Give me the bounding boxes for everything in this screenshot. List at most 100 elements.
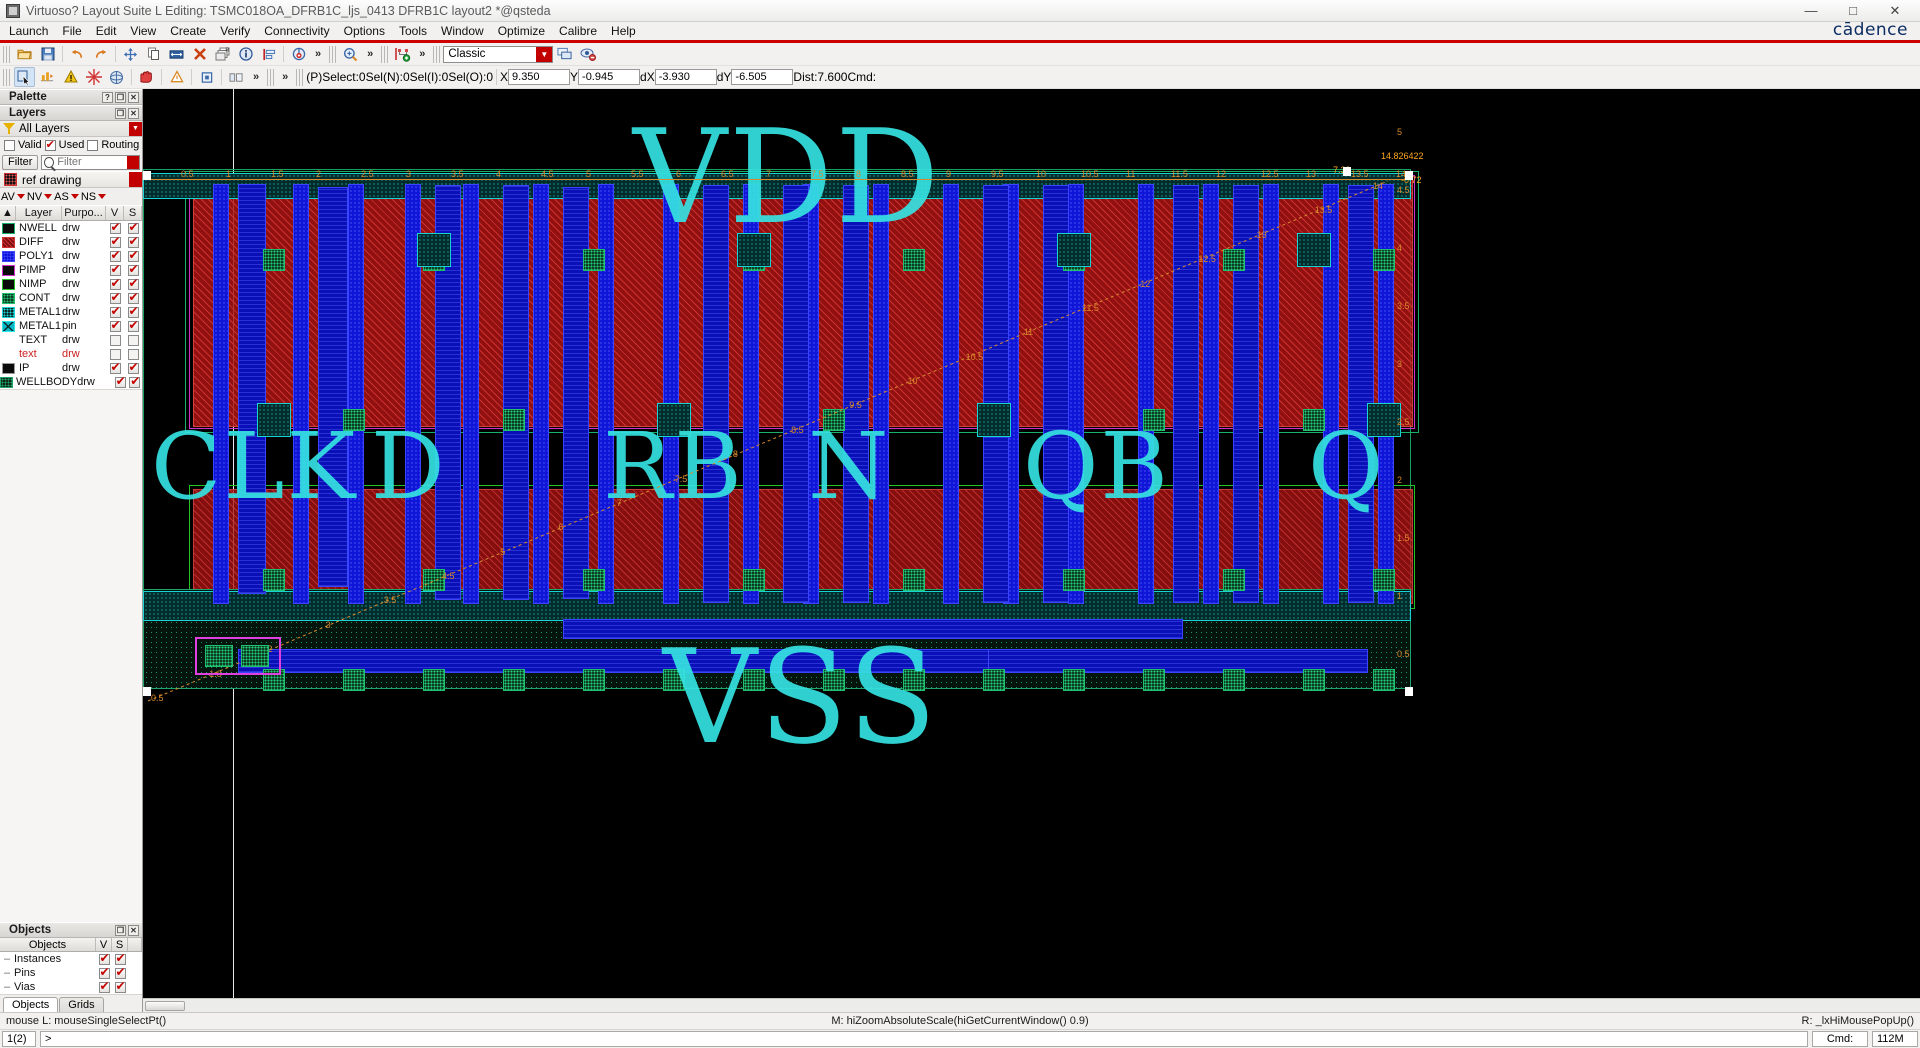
caution-icon[interactable] (166, 67, 187, 87)
selection-handle[interactable] (1405, 687, 1413, 696)
scrollbar-thumb[interactable] (145, 1001, 185, 1011)
menu-item-launch[interactable]: Launch (2, 23, 55, 39)
hierarchy-icon[interactable]: R (212, 44, 233, 64)
filter-button[interactable]: Filter (2, 154, 39, 170)
menu-item-create[interactable]: Create (163, 23, 213, 39)
rect-tool-icon[interactable] (196, 67, 217, 87)
layer-selectable-checkbox[interactable] (127, 262, 139, 276)
chevron-down-icon[interactable] (70, 194, 79, 199)
selection-handle[interactable] (143, 171, 151, 180)
tab-objects[interactable]: Objects (3, 997, 59, 1012)
layer-visible-checkbox[interactable] (109, 290, 121, 304)
chevron-down-icon[interactable] (16, 194, 25, 199)
toolbar-grip[interactable] (381, 45, 389, 63)
properties-icon[interactable] (235, 44, 256, 64)
layer-selectable-checkbox[interactable] (127, 304, 139, 318)
layer-selectable-checkbox[interactable] (127, 276, 139, 290)
layer-visible-checkbox[interactable] (114, 374, 126, 388)
layer-visible-checkbox[interactable] (109, 334, 121, 346)
undo-icon[interactable] (67, 44, 88, 64)
layer-visible-checkbox[interactable] (109, 348, 121, 360)
table-row[interactable]: NWELL drw (0, 221, 142, 235)
reference-layer-row[interactable]: ref drawing (0, 171, 142, 188)
delete-icon[interactable] (189, 44, 210, 64)
objects-float-button[interactable]: ❐ (115, 924, 126, 936)
redo-icon[interactable] (90, 44, 111, 64)
toolbar-grip[interactable] (3, 45, 10, 63)
menu-item-options[interactable]: Options (337, 23, 392, 39)
layer-selectable-checkbox[interactable] (129, 374, 140, 388)
table-row[interactable]: TEXT drw (0, 333, 142, 347)
sphere-icon[interactable] (106, 67, 127, 87)
open-icon[interactable] (14, 44, 35, 64)
table-row[interactable]: POLY1 drw (0, 248, 142, 263)
chevron-down-icon[interactable] (44, 194, 53, 199)
save-icon[interactable] (37, 44, 58, 64)
layer-mode-as[interactable]: AS (53, 191, 80, 203)
menu-item-optimize[interactable]: Optimize (491, 23, 552, 39)
select-instance-icon[interactable] (14, 67, 35, 87)
filter-dropdown-icon[interactable] (127, 155, 139, 169)
table-row[interactable]: DIFF drw (0, 234, 142, 249)
object-visible-checkbox[interactable] (98, 965, 110, 979)
layer-visible-checkbox[interactable] (109, 248, 121, 262)
palette-help-button[interactable]: ? (102, 91, 113, 103)
coordbar-grip2[interactable] (296, 68, 304, 86)
warning-icon[interactable] (60, 67, 81, 87)
selection-handle[interactable] (143, 687, 151, 696)
layer-mode-nv[interactable]: NV (26, 191, 53, 203)
object-visible-checkbox[interactable] (98, 979, 110, 993)
chevron-down-icon[interactable]: ▼ (536, 46, 553, 62)
toolbar-overflow-chevron-2[interactable]: » (362, 48, 378, 60)
layer-selectable-checkbox[interactable] (127, 318, 139, 332)
table-row[interactable]: METAL1 pin (0, 318, 142, 333)
toolbar-overflow-chevron-3[interactable]: » (414, 48, 430, 60)
layer-visible-checkbox[interactable] (109, 221, 121, 234)
layer-selectable-checkbox[interactable] (127, 334, 139, 346)
toolbar-overflow-chevron-4[interactable]: » (248, 71, 264, 83)
menu-item-window[interactable]: Window (434, 23, 491, 39)
move-layer-icon[interactable] (37, 67, 58, 87)
compare-icon[interactable] (226, 67, 247, 87)
toolbar-overflow-chevron-1[interactable]: » (310, 48, 326, 60)
layer-mode-ns[interactable]: NS (80, 191, 107, 203)
minimize-icon[interactable]: — (1790, 0, 1832, 21)
layers-close-button[interactable]: ✕ (128, 107, 139, 119)
palette-combo[interactable]: Classic ▼ (443, 45, 554, 63)
star-burst-icon[interactable] (83, 67, 104, 87)
window-layout-icon[interactable] (554, 44, 575, 64)
layer-visible-checkbox[interactable] (109, 234, 121, 248)
command-input[interactable]: > (40, 1031, 1808, 1047)
align-icon[interactable] (258, 44, 279, 64)
tab-grids[interactable]: Grids (59, 997, 104, 1012)
object-selectable-checkbox[interactable] (114, 979, 126, 993)
object-selectable-checkbox[interactable] (114, 951, 126, 965)
measure-icon[interactable] (288, 44, 309, 64)
all-layers-selector[interactable]: All Layers ▼ (0, 121, 142, 137)
selection-handle[interactable] (1405, 171, 1413, 180)
layer-visible-checkbox[interactable] (109, 318, 121, 332)
close-icon[interactable]: ✕ (1874, 0, 1916, 21)
move-icon[interactable] (120, 44, 141, 64)
filter-input-wrap[interactable] (41, 154, 140, 170)
menu-item-verify[interactable]: Verify (213, 23, 257, 39)
table-row[interactable]: CONT drw (0, 290, 142, 305)
layer-selectable-checkbox[interactable] (127, 221, 139, 234)
layer-column-header[interactable]: Layer (16, 206, 62, 220)
stop-icon[interactable] (136, 67, 157, 87)
menu-item-view[interactable]: View (123, 23, 163, 39)
layer-selectable-checkbox[interactable] (127, 248, 139, 262)
layer-visible-checkbox[interactable] (109, 262, 121, 276)
dx-field[interactable]: -3.930 (654, 69, 717, 85)
visible-column-header[interactable]: V (106, 206, 124, 220)
objects-close-button[interactable]: ✕ (128, 924, 139, 936)
toolbar-grip[interactable] (329, 45, 337, 63)
coordbar-grip[interactable] (267, 68, 275, 86)
menu-item-tools[interactable]: Tools (392, 23, 434, 39)
list-item[interactable]: Vias (0, 979, 142, 994)
menu-item-calibre[interactable]: Calibre (552, 23, 604, 39)
selectable-column-header[interactable]: S (124, 206, 142, 220)
used-checkbox[interactable] (44, 138, 56, 151)
sort-ascending-icon[interactable]: ▲ (0, 206, 16, 220)
table-row[interactable]: NIMP drw (0, 276, 142, 291)
